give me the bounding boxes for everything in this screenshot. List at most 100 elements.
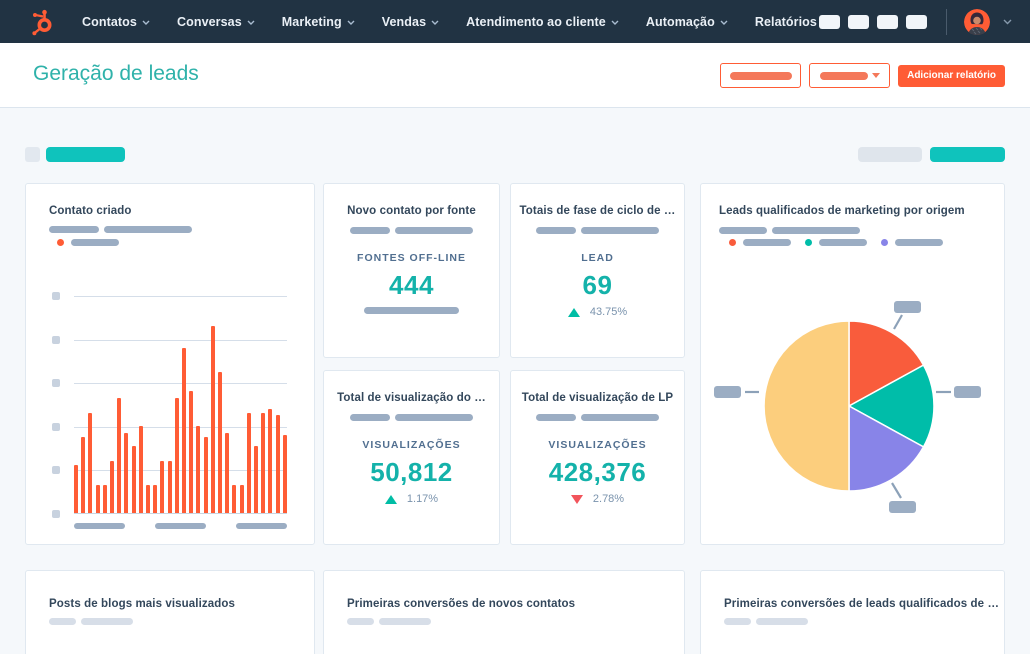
nav-item-label: Vendas [381, 14, 427, 29]
nav-menu: Contatos Conversas Marketing Vendas Aten… [82, 15, 830, 29]
nav-tool-button-2[interactable] [848, 14, 869, 29]
delta-value: 2.78% [592, 493, 625, 505]
card-title: Total de visualização do … [337, 392, 486, 404]
bar [282, 434, 287, 513]
delta-up-icon [384, 494, 397, 504]
nav-item-automacao[interactable]: Automação [646, 15, 728, 29]
card-visualizacao-blog: Total de visualização do … VISUALIZAÇÕES… [323, 370, 500, 545]
nav-item-conversas[interactable]: Conversas [177, 15, 255, 29]
chevron-down-icon[interactable] [1003, 19, 1012, 25]
nav-item-vendas[interactable]: Vendas [382, 15, 439, 29]
bar [124, 432, 129, 513]
card-subtitle-placeholder [511, 227, 684, 234]
hubspot-logo-icon[interactable] [30, 8, 56, 36]
card-subtitle-placeholder [511, 414, 684, 421]
chevron-down-icon [142, 20, 150, 25]
metric-delta: 43.75% [511, 306, 684, 318]
bar [110, 460, 115, 513]
card-subtitle-placeholder [724, 618, 808, 625]
metric-delta: 1.17% [324, 493, 499, 505]
card-title: Novo contato por fonte [347, 205, 476, 217]
nav-divider [946, 8, 947, 35]
card-title: Total de visualização de LP [521, 392, 674, 404]
pie-callout-label [889, 501, 916, 513]
nav-tool-button-3[interactable] [877, 14, 898, 29]
metric-value: 69 [582, 270, 613, 300]
button-label-placeholder [729, 71, 792, 80]
bar [275, 415, 280, 513]
bar-chart [74, 296, 287, 514]
chevron-down-icon [431, 20, 439, 25]
filter-checkbox-placeholder[interactable] [25, 147, 40, 162]
metric-value: 444 [389, 270, 434, 300]
card-novo-contato-por-fonte: Novo contato por fonte FONTES OFF-LINE 4… [323, 183, 500, 358]
metric-label: VISUALIZAÇÕES [548, 439, 647, 451]
card-subtitle-placeholder [347, 618, 431, 625]
bar [102, 484, 107, 513]
nav-item-label: Marketing [281, 14, 342, 29]
card-visualizacao-lp: Total de visualização de LP VISUALIZAÇÕE… [510, 370, 685, 545]
metric-value: 50,812 [370, 457, 453, 487]
card-title: Contato criado [49, 205, 132, 217]
delta-down-icon [570, 494, 583, 504]
pie-chart [714, 301, 981, 513]
pie-callout-label [894, 301, 921, 313]
filter-right-primary[interactable] [930, 147, 1005, 162]
bar-plot [74, 296, 287, 513]
bar [268, 408, 273, 513]
bar [218, 371, 223, 513]
delta-up-icon [567, 307, 580, 317]
metric-delta: 2.78% [511, 493, 684, 505]
bar [174, 398, 179, 513]
bar [88, 413, 93, 513]
legend-label-placeholder [71, 239, 119, 246]
metric-value: 428,376 [548, 457, 647, 487]
pie-slice-origem-4 [763, 320, 850, 492]
button-label-placeholder [819, 71, 868, 80]
nav-item-label: Relatórios [754, 14, 817, 29]
nav-item-contatos[interactable]: Contatos [82, 15, 150, 29]
card-conversoes-mql: Primeiras conversões de leads qualificad… [700, 570, 1005, 654]
nav-item-label: Contatos [82, 14, 137, 29]
nav-tool-button-1[interactable] [819, 14, 840, 29]
nav-item-label: Conversas [176, 14, 242, 29]
header-action-dropdown[interactable] [809, 63, 891, 88]
bar [196, 426, 201, 513]
filter-left-control[interactable] [46, 147, 125, 162]
bar [189, 391, 194, 513]
card-subtitle-placeholder [49, 618, 133, 625]
add-report-button[interactable]: Adicionar relatório [898, 64, 1005, 87]
bar [138, 426, 143, 513]
legend-dot [57, 239, 64, 246]
delta-value: 1.17% [406, 493, 439, 505]
nav-item-label: Atendimento ao cliente [466, 14, 606, 29]
x-axis-line [74, 513, 287, 514]
card-posts-blogs: Posts de blogs mais visualizados [25, 570, 315, 654]
delta-value: 43.75% [589, 306, 628, 318]
bar [225, 432, 230, 513]
metric-label: LEAD [581, 252, 614, 264]
chevron-down-icon [247, 20, 255, 25]
bar [117, 398, 122, 513]
nav-tool-button-4[interactable] [906, 14, 927, 29]
user-avatar[interactable] [964, 8, 990, 35]
bar [146, 484, 151, 513]
card-subtitle-placeholder [49, 226, 192, 233]
bar [153, 484, 158, 513]
metric-label: FONTES OFF-LINE [357, 252, 466, 264]
filter-right-secondary[interactable] [858, 147, 922, 162]
bar [160, 460, 165, 513]
header-actions: Adicionar relatório [720, 63, 1005, 88]
chevron-down-icon [611, 20, 619, 25]
bar [254, 445, 259, 513]
chart-legend [57, 239, 119, 246]
nav-item-atendimento[interactable]: Atendimento ao cliente [466, 15, 619, 29]
bar [74, 465, 78, 513]
bar [167, 460, 172, 513]
bar [203, 437, 208, 513]
pie-callout-line [893, 314, 903, 330]
nav-item-marketing[interactable]: Marketing [282, 15, 355, 29]
bar [261, 413, 266, 513]
header-action-button-1[interactable] [720, 63, 802, 88]
bar [246, 413, 251, 513]
